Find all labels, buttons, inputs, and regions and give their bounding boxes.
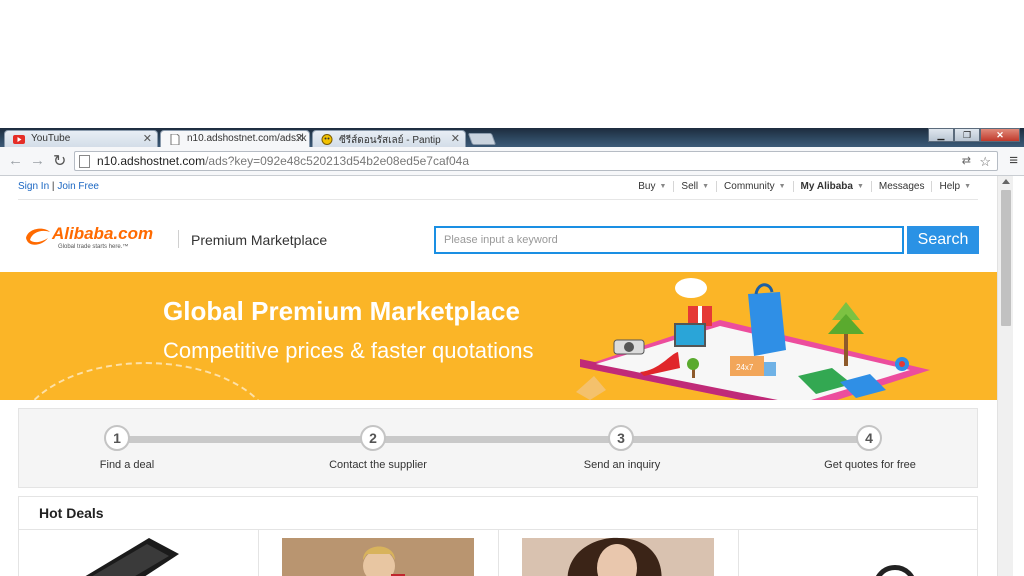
- tab-close-icon[interactable]: ✕: [295, 132, 304, 145]
- deal-card-headphones[interactable]: [739, 530, 979, 576]
- alibaba-logo-icon: [26, 228, 50, 245]
- banner-title: Global Premium Marketplace: [163, 296, 520, 326]
- address-bar[interactable]: n10.adshostnet.com/ads?key=092e48c520213…: [74, 151, 998, 171]
- chrome-menu-icon[interactable]: ≡: [1009, 152, 1018, 169]
- step-4-marker: 4: [856, 425, 882, 451]
- logo-tagline: Global trade starts here.™: [58, 244, 129, 250]
- divider: [178, 230, 179, 248]
- caret-down-icon: ▼: [856, 183, 864, 190]
- caret-down-icon: ▼: [702, 183, 710, 190]
- decorative-arc: [16, 362, 276, 400]
- step-3-marker: 3: [608, 425, 634, 451]
- search-input[interactable]: Please input a keyword: [434, 226, 904, 254]
- nav-help[interactable]: Help ▼: [932, 181, 978, 192]
- nav-buy[interactable]: Buy ▼: [631, 181, 675, 192]
- minimize-button[interactable]: ▁: [928, 128, 954, 142]
- page-viewport: Sign In | Join Free Buy ▼ Sell ▼ Community…: [0, 176, 997, 576]
- window-controls: ▁ ❐ ✕: [928, 128, 1020, 142]
- deal-card-fashion[interactable]: [259, 530, 499, 576]
- banner-subtitle: Competitive prices & faster quotations: [163, 338, 534, 363]
- page-scrollbar[interactable]: [997, 176, 1013, 576]
- caret-down-icon: ▼: [778, 183, 786, 190]
- section-title: Premium Marketplace: [191, 232, 328, 248]
- progress-track: [117, 436, 857, 443]
- step-2-marker: 2: [360, 425, 386, 451]
- tab-youtube[interactable]: YouTube ✕: [4, 130, 158, 147]
- tab-strip: YouTube ✕ n10.adshostnet.com/ads?k ✕ ซีร…: [0, 128, 1024, 147]
- step-3-label: Send an inquiry: [583, 459, 661, 471]
- reload-icon[interactable]: ↻: [53, 151, 66, 171]
- marketplace-illustration: 24x7: [576, 278, 930, 400]
- scroll-up-icon[interactable]: [1002, 179, 1010, 184]
- how-it-works-steps: 1 2 3 4 Find a deal Contact the supplier…: [18, 408, 978, 488]
- youtube-icon: [13, 135, 25, 144]
- sign-in-link[interactable]: Sign In: [18, 181, 49, 192]
- browser-window: YouTube ✕ n10.adshostnet.com/ads?k ✕ ซีร…: [0, 128, 1024, 576]
- blank-area: [0, 0, 1024, 128]
- forward-icon[interactable]: →: [30, 152, 45, 169]
- deal-card-phone[interactable]: [19, 530, 259, 576]
- nav-sell[interactable]: Sell ▼: [674, 181, 718, 192]
- back-icon[interactable]: ←: [8, 152, 23, 169]
- tab-title: ซีรีส์ดอนรัสเลย์ - Pantip: [339, 135, 441, 146]
- bookmark-star-icon[interactable]: ☆: [979, 154, 991, 170]
- scroll-thumb[interactable]: [1001, 190, 1011, 326]
- truck-label: 24x7: [736, 363, 754, 372]
- caret-down-icon: ▼: [964, 183, 971, 190]
- deal-card-beauty[interactable]: [499, 530, 739, 576]
- page-icon: [79, 155, 90, 168]
- tab-close-icon[interactable]: ✕: [143, 132, 152, 145]
- tab-title: n10.adshostnet.com/ads?k: [187, 133, 307, 144]
- promo-banner[interactable]: Global Premium Marketplace Competitive p…: [0, 272, 997, 400]
- new-tab-button[interactable]: [467, 133, 497, 145]
- logo-text: Alibaba.com: [52, 224, 154, 243]
- nav-messages[interactable]: Messages: [872, 181, 933, 192]
- nav-my-alibaba[interactable]: My Alibaba ▼: [794, 181, 872, 192]
- separator: |: [51, 181, 55, 192]
- beauty-product-image: [522, 537, 714, 576]
- fashion-product-image: [282, 538, 474, 576]
- top-utility-bar: Sign In | Join Free Buy ▼ Sell ▼ Community…: [18, 176, 978, 200]
- window-edge: [1013, 176, 1024, 576]
- tab-title: YouTube: [31, 133, 71, 144]
- step-2-label: Contact the supplier: [329, 459, 427, 471]
- search-button[interactable]: Search: [907, 226, 979, 254]
- restore-button[interactable]: ❐: [954, 128, 980, 142]
- browser-toolbar: ← → ↻ n10.adshostnet.com/ads?key=092e48c…: [0, 147, 1024, 176]
- caret-down-icon: ▼: [659, 183, 667, 190]
- url-text: n10.adshostnet.com/ads?key=092e48c520213…: [97, 154, 469, 168]
- account-links: Sign In | Join Free: [18, 181, 99, 192]
- hot-deals-title: Hot Deals: [39, 505, 104, 521]
- translate-icon[interactable]: ⇄: [962, 154, 971, 167]
- step-1-marker: 1: [104, 425, 130, 451]
- pantip-icon: [321, 134, 333, 145]
- page-icon: [170, 134, 180, 145]
- site-header: Alibaba.com Global trade starts here.™ P…: [18, 200, 979, 272]
- nav-community[interactable]: Community ▼: [717, 181, 794, 192]
- hot-deals-section: Hot Deals: [18, 496, 978, 576]
- step-1-label: Find a deal: [99, 459, 155, 471]
- headphones-product-image: [876, 565, 914, 576]
- tab-close-icon[interactable]: ✕: [451, 132, 460, 145]
- phone-product-image: [85, 538, 179, 576]
- close-window-button[interactable]: ✕: [980, 128, 1020, 142]
- tab-adshostnet[interactable]: n10.adshostnet.com/ads?k ✕: [160, 130, 310, 147]
- step-4-label: Get quotes for free: [824, 459, 916, 471]
- top-nav: Buy ▼ Sell ▼ Community ▼ My Alibaba ▼ Messag…: [631, 181, 978, 192]
- join-free-link[interactable]: Join Free: [57, 181, 99, 192]
- tab-pantip[interactable]: ซีรีส์ดอนรัสเลย์ - Pantip ✕: [312, 130, 466, 147]
